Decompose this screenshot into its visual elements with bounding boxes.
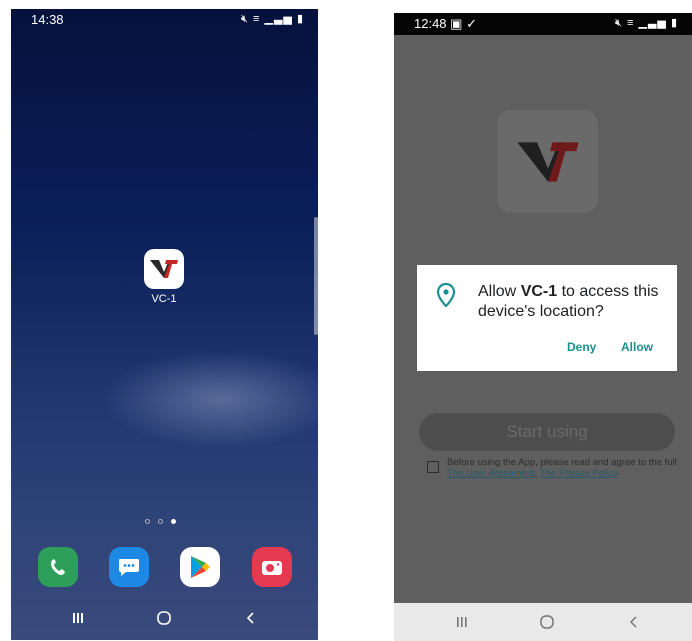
camera-icon: [262, 561, 282, 575]
vc1-logo-icon: [516, 141, 579, 182]
status-time: 14:38: [31, 12, 64, 27]
allow-button[interactable]: Allow: [621, 340, 653, 354]
dialog-text-prefix: Allow: [478, 283, 521, 300]
page-dot[interactable]: [158, 519, 163, 524]
agreement-text: Before using the App, please read and ag…: [447, 457, 677, 479]
back-button[interactable]: [239, 606, 263, 630]
start-using-button[interactable]: Start using: [419, 413, 675, 451]
navigation-bar: [394, 603, 692, 641]
edge-panel-handle[interactable]: [314, 217, 318, 335]
battery-icon: ▮: [670, 17, 678, 29]
page-indicator: [145, 519, 176, 524]
gallery-notification-icon: ▣: [450, 16, 463, 31]
navigation-bar: [11, 596, 318, 640]
download-complete-icon: ✓: [466, 16, 477, 31]
wifi-icon: ≡: [627, 17, 635, 29]
camera-app-icon[interactable]: [252, 547, 292, 587]
recent-apps-button[interactable]: [66, 606, 90, 630]
mute-icon: 🔇︎: [241, 13, 249, 25]
location-permission-dialog: Allow VC-1 to access this device's locat…: [417, 265, 677, 371]
phone-handset-icon: [51, 559, 65, 575]
permission-screen-phone: 12:48 ▣ ✓ 🔇︎ ≡ ▁▃▅ ▮ Allow VC-1 to acces…: [394, 13, 692, 641]
app-dock: [11, 547, 318, 589]
status-icons: 🔇︎ ≡ ▁▃▅ ▮: [615, 16, 678, 30]
vc1-app-label: VC-1: [151, 293, 177, 305]
status-bar: 12:48 ▣ ✓ 🔇︎ ≡ ▁▃▅ ▮: [394, 13, 692, 35]
recent-apps-button[interactable]: [450, 610, 474, 634]
splash-app-logo: [497, 110, 598, 213]
recents-icon: [457, 617, 467, 627]
recents-icon: [73, 613, 83, 623]
dialog-message: Allow VC-1 to access this device's locat…: [478, 282, 668, 322]
user-agreement-link[interactable]: The User Agreement: [447, 468, 535, 479]
home-screen-phone: 14:38 🔇︎ ≡ ▁▃▅ ▮ VC-1: [11, 9, 318, 640]
back-chevron-icon: [629, 616, 637, 628]
home-icon: [157, 611, 171, 625]
status-time-text: 12:48: [414, 16, 447, 31]
agreement-text-body: Before using the App, please read and ag…: [447, 457, 677, 468]
play-store-app-icon[interactable]: [180, 547, 220, 587]
phone-app-icon[interactable]: [38, 547, 78, 587]
privacy-policy-link[interactable]: The Privacy Policy: [540, 468, 618, 479]
agreement-checkbox[interactable]: [427, 461, 439, 473]
messages-app-icon[interactable]: [109, 547, 149, 587]
back-chevron-icon: [246, 612, 254, 624]
dialog-app-name: VC-1: [520, 283, 558, 300]
vc1-logo-icon: [150, 260, 178, 278]
battery-icon: ▮: [296, 13, 304, 25]
status-icons: 🔇︎ ≡ ▁▃▅ ▮: [241, 12, 304, 26]
signal-icon: ▁▃▅: [264, 13, 293, 25]
mute-icon: 🔇︎: [615, 17, 623, 29]
back-button[interactable]: [622, 610, 646, 634]
home-icon: [540, 615, 554, 629]
status-time: 12:48 ▣ ✓: [414, 16, 477, 32]
vc1-app-icon[interactable]: [144, 249, 184, 289]
location-pin-icon: [437, 283, 455, 307]
home-button[interactable]: [152, 606, 176, 630]
page-dot[interactable]: [145, 519, 150, 524]
wifi-icon: ≡: [253, 13, 261, 25]
home-button[interactable]: [535, 610, 559, 634]
status-bar: 14:38 🔇︎ ≡ ▁▃▅ ▮: [11, 9, 318, 31]
deny-button[interactable]: Deny: [567, 340, 596, 354]
chat-bubble-icon: [119, 559, 139, 576]
page-dot-active[interactable]: [171, 519, 176, 524]
play-triangle-icon: [191, 556, 210, 578]
signal-icon: ▁▃▅: [638, 17, 667, 29]
